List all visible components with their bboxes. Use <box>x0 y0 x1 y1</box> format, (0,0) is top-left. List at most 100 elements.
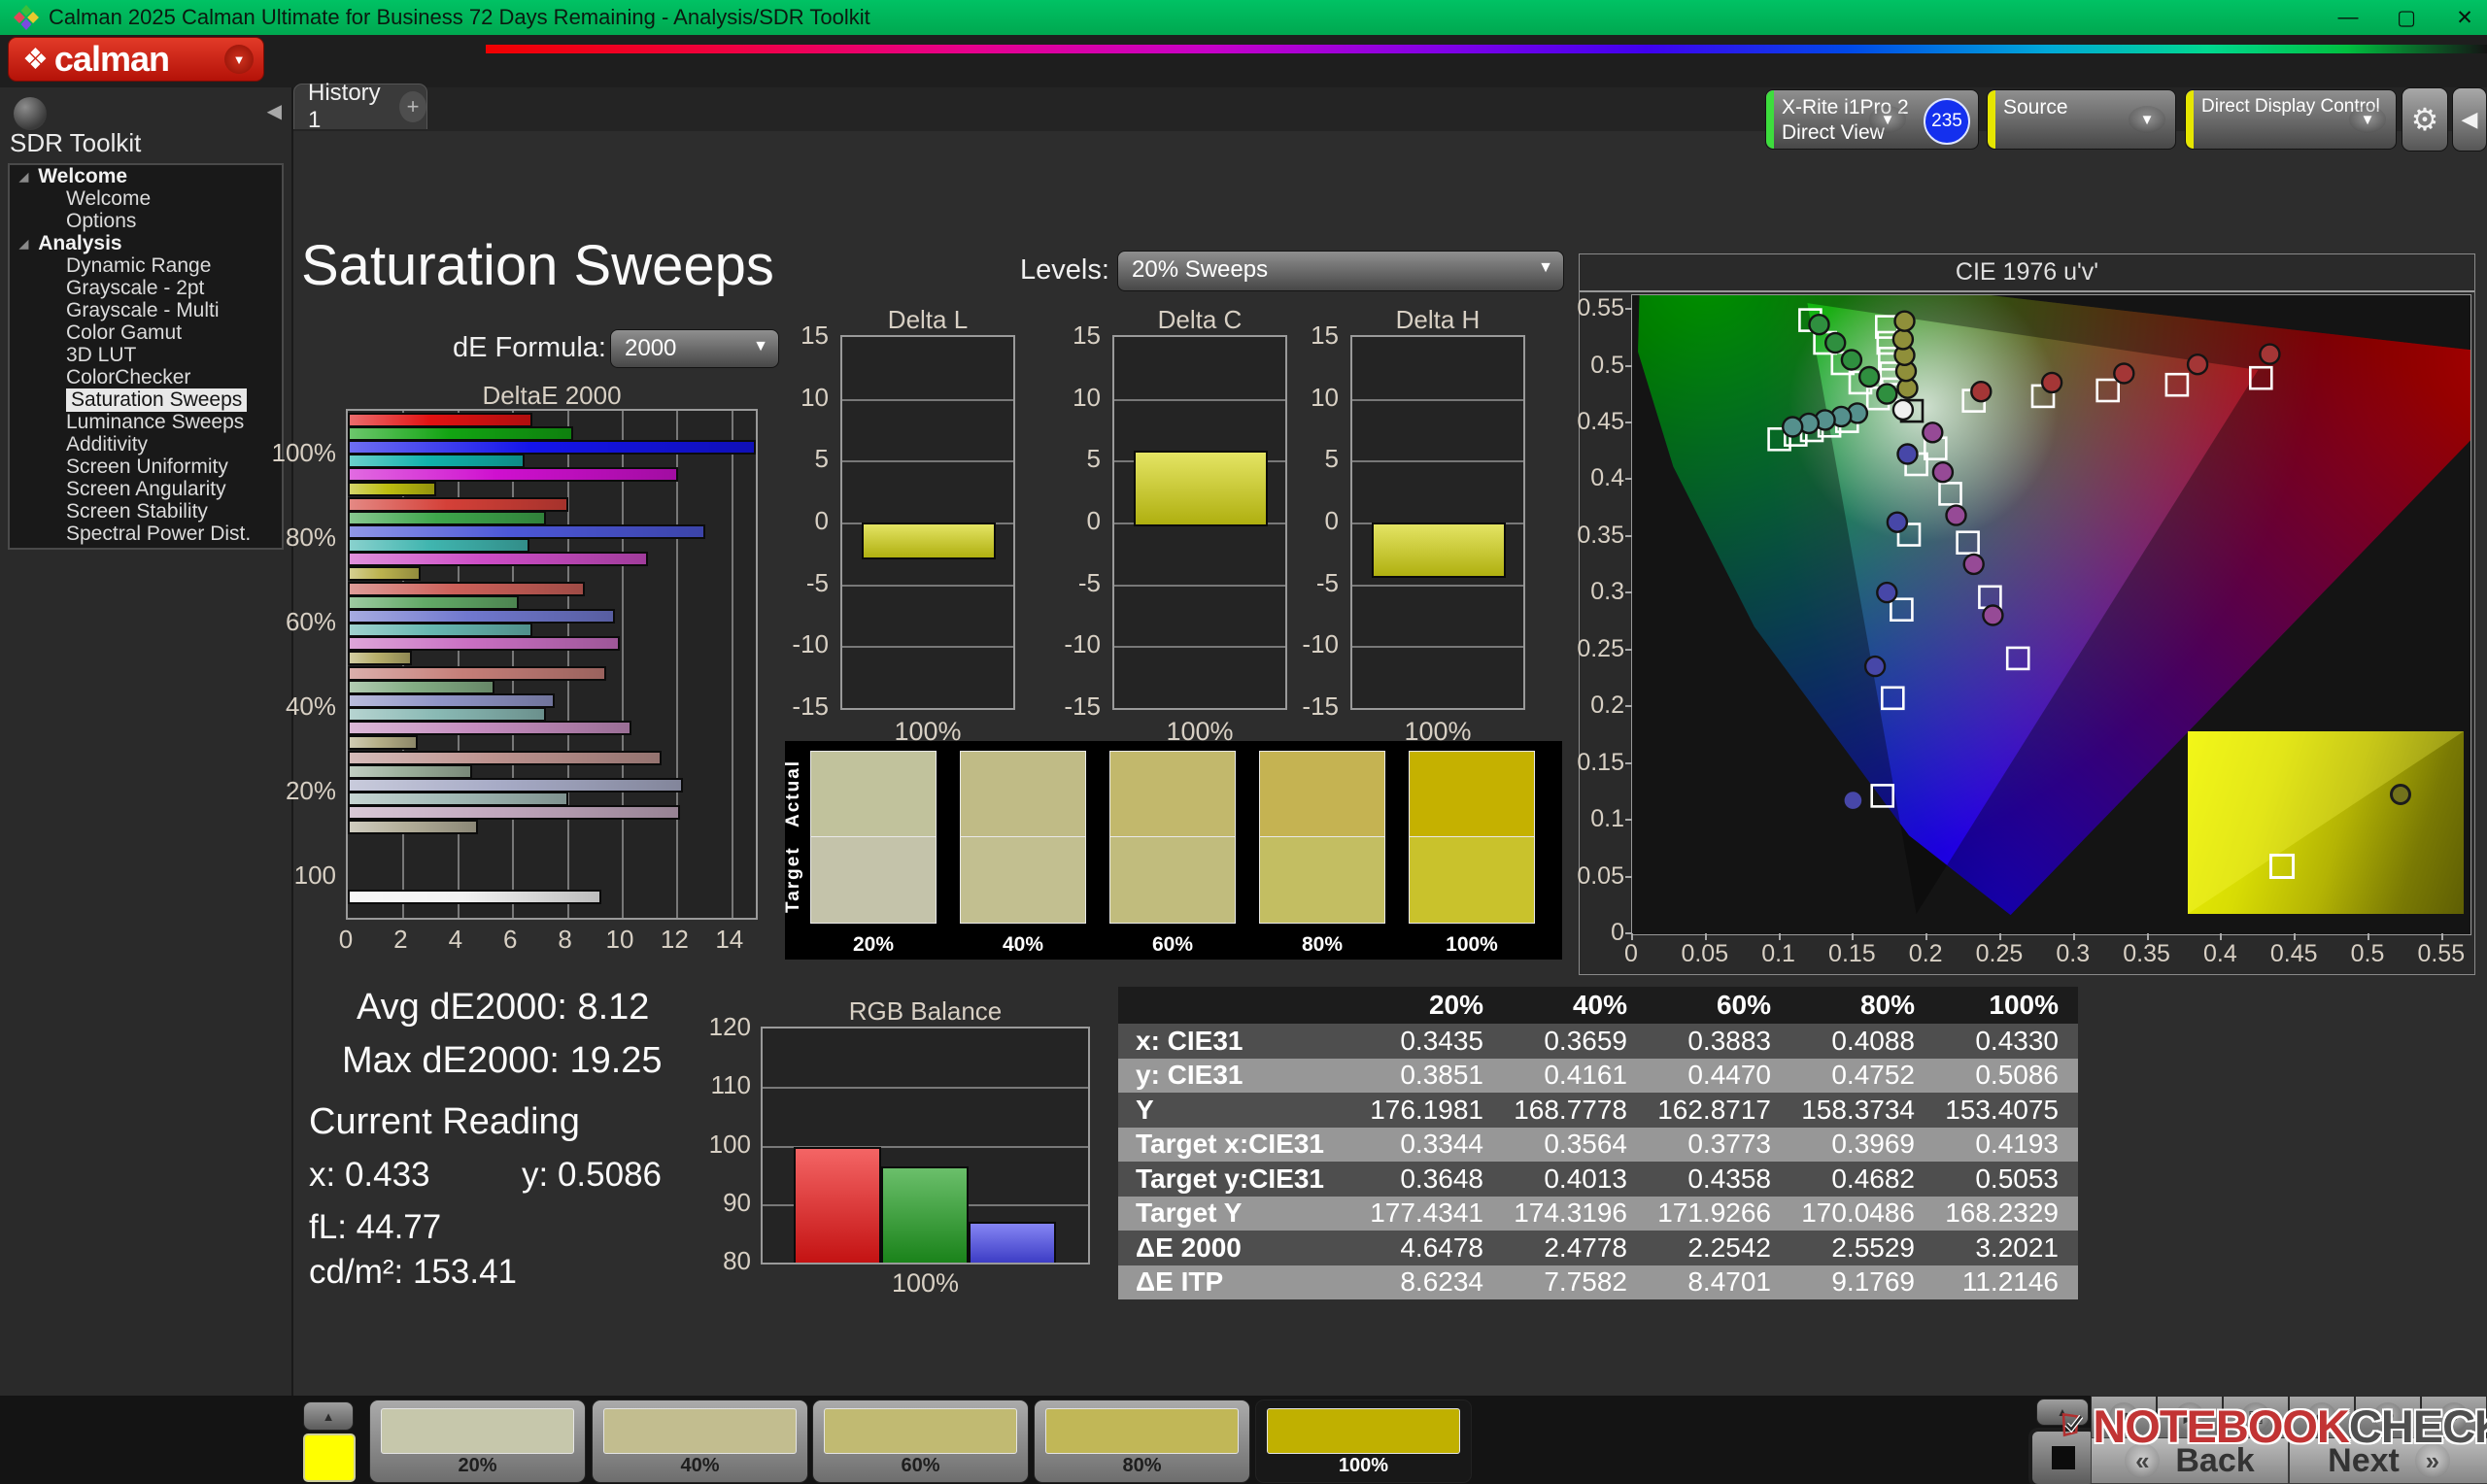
row-value: 8.6234 <box>1400 1266 1483 1298</box>
measured-circle-marker <box>1962 553 1985 576</box>
sidebar-item-grayscale-multi[interactable]: Grayscale - Multi <box>10 299 282 321</box>
bar-40-2 <box>348 693 555 709</box>
add-tab-button[interactable]: + <box>399 91 426 122</box>
close-button[interactable]: ✕ <box>2450 6 2479 30</box>
sidebar-item-screen-stability[interactable]: Screen Stability <box>10 500 282 523</box>
sidebar-item-dynamic-range[interactable]: Dynamic Range <box>10 254 282 277</box>
swatch-column-label: 40% <box>1002 933 1044 956</box>
cie-xtick: 0.35 <box>2123 940 2170 967</box>
cie-ytick: 0.2 <box>1590 691 1624 720</box>
chart-button[interactable]: ▦ <box>2223 1396 2289 1438</box>
row-value: 170.0486 <box>1801 1197 1915 1229</box>
next-button[interactable]: Next » <box>2289 1437 2487 1484</box>
row-value: 174.3196 <box>1514 1197 1627 1229</box>
sidebar-collapse-icon[interactable]: ◀ <box>267 99 282 123</box>
table-header-cell: 60% <box>1716 990 1771 1020</box>
calman-logo-menu[interactable]: ❖ calman ▼ <box>8 37 264 82</box>
minimize-button[interactable]: — <box>2334 6 2363 29</box>
pattern-swatch-80[interactable]: 80% <box>1034 1400 1250 1483</box>
chevron-down-icon[interactable]: ▼ <box>2349 106 2386 133</box>
sidebar-item-luminance-sweeps[interactable]: Luminance Sweeps <box>10 411 282 433</box>
sidebar-item-analysis-root[interactable]: ◢ Analysis <box>10 232 282 254</box>
pattern-swatch-60[interactable]: 60% <box>812 1400 1029 1483</box>
table-row-target-x-cie31: Target x:CIE31 0.3344 0.3564 0.3773 0.3969 0.… <box>1118 1127 2078 1162</box>
pattern-list-up-button[interactable]: ▲ <box>303 1401 354 1431</box>
de-formula-dropdown[interactable]: 2000 ▼ <box>610 329 779 368</box>
row-value: 0.3969 <box>1831 1129 1915 1160</box>
stop-button[interactable] <box>2028 1428 2098 1484</box>
settings-button[interactable]: ⚙ <box>2402 87 2448 152</box>
swatch-label: 100% <box>1338 1455 1389 1476</box>
bar-40-3 <box>348 707 547 723</box>
levels-value: 20% Sweeps <box>1132 256 1269 283</box>
back-button[interactable]: « Back <box>2091 1437 2289 1484</box>
transport-up-button[interactable]: ▲ <box>2036 1399 2089 1426</box>
collapse-panel-button[interactable]: ◀ <box>2452 87 2487 152</box>
tab-history-1[interactable]: History 1 + <box>293 80 427 133</box>
sidebar-item-saturation-sweeps[interactable]: Saturation Sweeps <box>10 388 282 412</box>
gridline <box>842 460 1013 463</box>
sidebar-round-button[interactable] <box>14 97 47 130</box>
pattern-swatch-40[interactable]: 40% <box>592 1400 808 1483</box>
deltae-ylabel: 60% <box>285 606 336 636</box>
mini-chart-title: Delta H <box>1395 305 1481 334</box>
display-control-dropdown[interactable]: Direct Display Control ▼ <box>2185 89 2397 150</box>
refresh-button[interactable]: ↻ <box>2355 1396 2421 1438</box>
sidebar-item-screen-angularity[interactable]: Screen Angularity <box>10 478 282 500</box>
source-dropdown[interactable]: Source ▼ <box>1987 89 2176 150</box>
pattern-swatch-100[interactable]: 100% <box>1255 1400 1472 1483</box>
chevron-down-icon[interactable]: ▼ <box>1869 106 1906 133</box>
sidebar-item-3d-lut[interactable]: 3D LUT <box>10 344 282 366</box>
chevron-down-icon[interactable]: ▼ <box>2129 106 2165 133</box>
bar-20-0 <box>348 751 662 765</box>
actual-swatch <box>1259 751 1385 837</box>
maximize-button[interactable]: ▢ <box>2392 6 2421 30</box>
rgb-ytick: 120 <box>708 1012 751 1041</box>
swatch-column-label: 100% <box>1446 933 1498 956</box>
mini-ytick: 15 <box>1073 320 1101 350</box>
row-value: 177.4341 <box>1370 1197 1483 1229</box>
tree-expander-icon[interactable]: ◢ <box>19 237 28 251</box>
gridline <box>1114 398 1285 401</box>
sidebar-item-welcome-root[interactable]: ◢ Welcome <box>10 165 282 187</box>
row-label: ΔE ITP <box>1136 1266 1224 1298</box>
tree-expander-icon[interactable]: ◢ <box>19 170 28 184</box>
record-button[interactable]: ● <box>2421 1396 2487 1438</box>
meter-dropdown[interactable]: X-Rite i1Pro 2 Direct View ▼ 235 <box>1765 89 1979 150</box>
stop-icon: ■ <box>2109 1402 2138 1432</box>
workflow-tree: ◢ Welcome Welcome Options ◢ Analysis Dynamic R… <box>8 163 284 550</box>
title-bar: Calman 2025 Calman Ultimate for Business… <box>0 0 2487 35</box>
sidebar-item-options[interactable]: Options <box>10 210 282 232</box>
sidebar-item-welcome[interactable]: Welcome <box>10 187 282 210</box>
cie-ytick: 0.45 <box>1577 407 1624 435</box>
gridline <box>1114 584 1285 587</box>
levels-dropdown[interactable]: 20% Sweeps ▼ <box>1117 251 1564 291</box>
loop-button[interactable]: ∞ <box>2289 1396 2355 1438</box>
sidebar-item-colorchecker[interactable]: ColorChecker <box>10 366 282 388</box>
sidebar-item-label: Saturation Sweeps <box>66 388 248 412</box>
row-value: 7.7582 <box>1544 1266 1627 1298</box>
row-value: 4.6478 <box>1400 1231 1483 1263</box>
play-button[interactable]: ▶ <box>2157 1396 2223 1438</box>
tick-mark <box>1625 648 1632 651</box>
mini-ytick: -5 <box>805 567 829 597</box>
gridline <box>842 646 1013 649</box>
sidebar-item-color-gamut[interactable]: Color Gamut <box>10 321 282 344</box>
measured-circle-marker <box>1922 422 1944 444</box>
bar-80-2 <box>348 524 705 540</box>
measured-circle-marker <box>1931 460 1955 484</box>
deltae-chart-plot <box>346 409 758 920</box>
table-row-x-cie31: x: CIE31 0.3435 0.3659 0.3883 0.4088 0.4330 <box>1118 1024 2078 1059</box>
pattern-color-swatch-yellow[interactable] <box>303 1433 356 1482</box>
target-swatch <box>1109 837 1236 924</box>
back-label: Back <box>2175 1441 2255 1479</box>
pattern-swatch-20[interactable]: 20% <box>369 1400 586 1483</box>
sidebar-item-grayscale-2pt[interactable]: Grayscale - 2pt <box>10 277 282 299</box>
bar-20-4 <box>348 805 681 821</box>
stop-button[interactable]: ■ <box>2091 1396 2157 1438</box>
gridline <box>842 398 1013 401</box>
chart-icon: ▦ <box>2241 1402 2270 1432</box>
sidebar-item-label: Analysis <box>38 231 122 254</box>
logo-dropdown-arrow-icon[interactable]: ▼ <box>224 45 254 74</box>
mini-chart-title: Delta C <box>1157 305 1243 334</box>
